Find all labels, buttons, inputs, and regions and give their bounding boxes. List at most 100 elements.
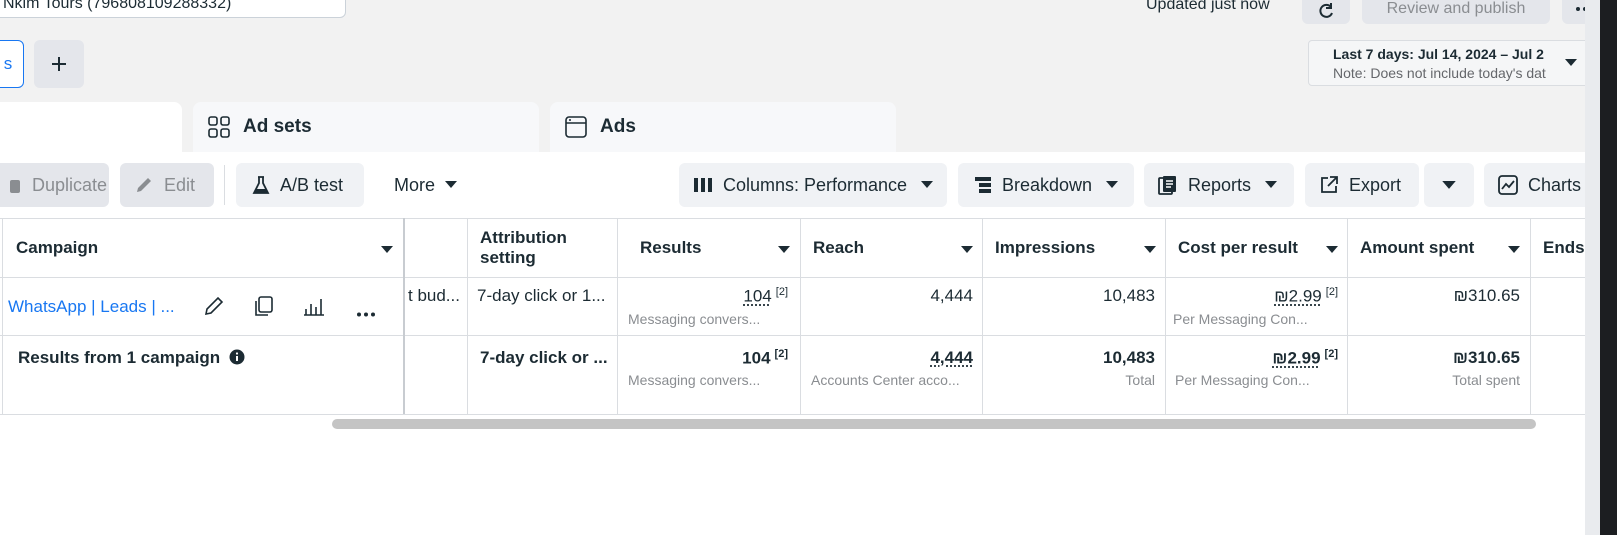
summary-attribution: 7-day click or ... xyxy=(480,348,608,367)
summary-cost-type: Per Messaging Con... xyxy=(1175,372,1310,388)
frozen-col-divider xyxy=(403,218,405,414)
caret-down-icon xyxy=(1265,181,1278,188)
pencil-icon xyxy=(204,296,224,316)
caret-down-icon xyxy=(1106,181,1119,188)
saved-view-tab[interactable]: s xyxy=(0,40,24,88)
summary-cost-value[interactable]: ₪2.99 xyxy=(1272,349,1320,368)
caret-down-icon[interactable] xyxy=(778,246,790,254)
info-icon[interactable] xyxy=(229,349,245,365)
duplicate-button[interactable]: Duplicate xyxy=(0,163,109,207)
summary-label: Results from 1 campaign xyxy=(18,348,245,368)
col-divider xyxy=(467,218,468,414)
summary-label-text: Results from 1 campaign xyxy=(18,348,221,367)
column-header-reach[interactable]: Reach xyxy=(813,238,864,258)
edit-button[interactable]: Edit xyxy=(120,163,214,207)
column-header-ends[interactable]: Ends xyxy=(1543,238,1585,258)
summary-results-value: 104 xyxy=(742,348,771,368)
breakdown-button[interactable]: Breakdown xyxy=(958,163,1134,207)
caret-down-icon xyxy=(1442,180,1456,189)
column-header-cost-per-result[interactable]: Cost per result xyxy=(1178,238,1298,258)
more-button[interactable]: More xyxy=(380,163,470,207)
edit-campaign-button[interactable] xyxy=(203,295,225,322)
tab-ads-label: Ads xyxy=(600,116,636,137)
ab-test-label: A/B test xyxy=(280,174,344,195)
duplicate-icon xyxy=(8,176,22,194)
summary-amount-spent: ₪310.65 xyxy=(1452,348,1520,367)
horizontal-scrollbar[interactable] xyxy=(332,419,1536,429)
impressions-cell: 10,483 xyxy=(1103,286,1155,305)
reports-button[interactable]: Reports xyxy=(1144,163,1294,207)
tab-campaigns[interactable] xyxy=(0,102,182,152)
tab-ad-sets[interactable]: Ad sets xyxy=(193,102,539,152)
summary-cost: ₪2.99 [2] xyxy=(1168,348,1338,369)
date-range-picker[interactable]: Last 7 days: Jul 14, 2024 – Jul 2 Note: … xyxy=(1308,40,1608,86)
summary-results-type: Messaging convers... xyxy=(628,372,761,388)
summary-reach-value[interactable]: 4,444 xyxy=(930,348,973,367)
results-type: Messaging convers... xyxy=(628,311,761,327)
campaign-name-link[interactable]: WhatsApp | Leads | ... xyxy=(8,297,175,317)
export-button[interactable]: Export xyxy=(1305,163,1419,207)
caret-down-icon xyxy=(1565,59,1577,66)
budget-cell: t bud... xyxy=(408,286,460,305)
row-more-button[interactable] xyxy=(356,304,376,322)
add-view-button[interactable] xyxy=(34,40,84,88)
summary-results: 104 [2] xyxy=(620,348,788,369)
duplicate-label: Duplicate xyxy=(32,174,108,195)
tab-ads[interactable]: Ads xyxy=(550,102,896,152)
charts-label: Charts xyxy=(1528,174,1582,195)
breakdown-icon xyxy=(974,176,992,194)
duplicate-icon xyxy=(255,296,273,316)
caret-down-icon xyxy=(445,181,458,188)
amount-spent-cell: ₪310.65 xyxy=(1453,286,1520,305)
reports-label: Reports xyxy=(1188,174,1252,195)
toolbar-divider xyxy=(224,165,225,205)
cost-value[interactable]: ₪2.99 xyxy=(1274,287,1322,306)
bar-chart-icon xyxy=(304,299,324,316)
caret-down-icon[interactable] xyxy=(1326,246,1338,254)
flask-icon xyxy=(252,175,270,195)
col-divider xyxy=(982,218,983,414)
reports-icon xyxy=(1158,175,1178,195)
summary-amount-type: Total spent xyxy=(1452,372,1520,388)
column-header-amount-spent[interactable]: Amount spent xyxy=(1360,238,1474,258)
caret-down-icon[interactable] xyxy=(1144,246,1156,254)
columns-icon xyxy=(693,177,713,193)
ads-window-icon xyxy=(564,115,588,139)
ad-account-selector[interactable]: Nkim Tours (796808109288332) xyxy=(0,0,346,18)
results-value[interactable]: 104 xyxy=(743,287,771,306)
caret-down-icon xyxy=(921,181,934,188)
summary-cost-footnote: [2] xyxy=(1324,348,1338,360)
saved-view-tab-label: s xyxy=(3,54,13,73)
plus-icon xyxy=(52,57,66,71)
view-charts-button[interactable] xyxy=(303,295,325,322)
cost-per-result-cell: ₪2.99 [2] xyxy=(1168,286,1338,307)
columns-label: Columns: Performance xyxy=(723,174,908,195)
refresh-button[interactable] xyxy=(1302,0,1350,24)
col-divider xyxy=(1347,218,1348,414)
updated-status: Updated just now xyxy=(1146,0,1270,13)
col-divider xyxy=(1165,218,1166,414)
pencil-icon xyxy=(134,175,154,195)
ab-test-button[interactable]: A/B test xyxy=(236,163,364,207)
column-header-campaign[interactable]: Campaign xyxy=(16,238,98,258)
column-header-results[interactable]: Results xyxy=(640,238,701,258)
columns-button[interactable]: Columns: Performance xyxy=(679,163,947,207)
attribution-cell: 7-day click or 1... xyxy=(477,286,606,305)
caret-down-icon[interactable] xyxy=(381,246,393,254)
export-dropdown-button[interactable] xyxy=(1424,163,1474,207)
summary-divider xyxy=(0,414,1600,415)
adsets-grid-icon xyxy=(207,115,231,139)
tab-ad-sets-label: Ad sets xyxy=(243,116,312,137)
caret-down-icon[interactable] xyxy=(1508,246,1520,254)
summary-reach-type: Accounts Center acco... xyxy=(811,372,960,388)
column-header-impressions[interactable]: Impressions xyxy=(995,238,1095,258)
summary-reach: 4,444 xyxy=(803,348,973,368)
col-divider xyxy=(617,218,618,414)
results-footnote: [2] xyxy=(775,286,788,298)
review-and-publish-button[interactable]: Review and publish xyxy=(1362,0,1550,24)
column-header-attribution[interactable]: Attribution setting xyxy=(480,228,610,268)
caret-down-icon[interactable] xyxy=(961,246,973,254)
window-edge xyxy=(1600,0,1617,535)
results-cell: 104 [2] xyxy=(620,286,788,307)
duplicate-campaign-button[interactable] xyxy=(253,295,275,322)
